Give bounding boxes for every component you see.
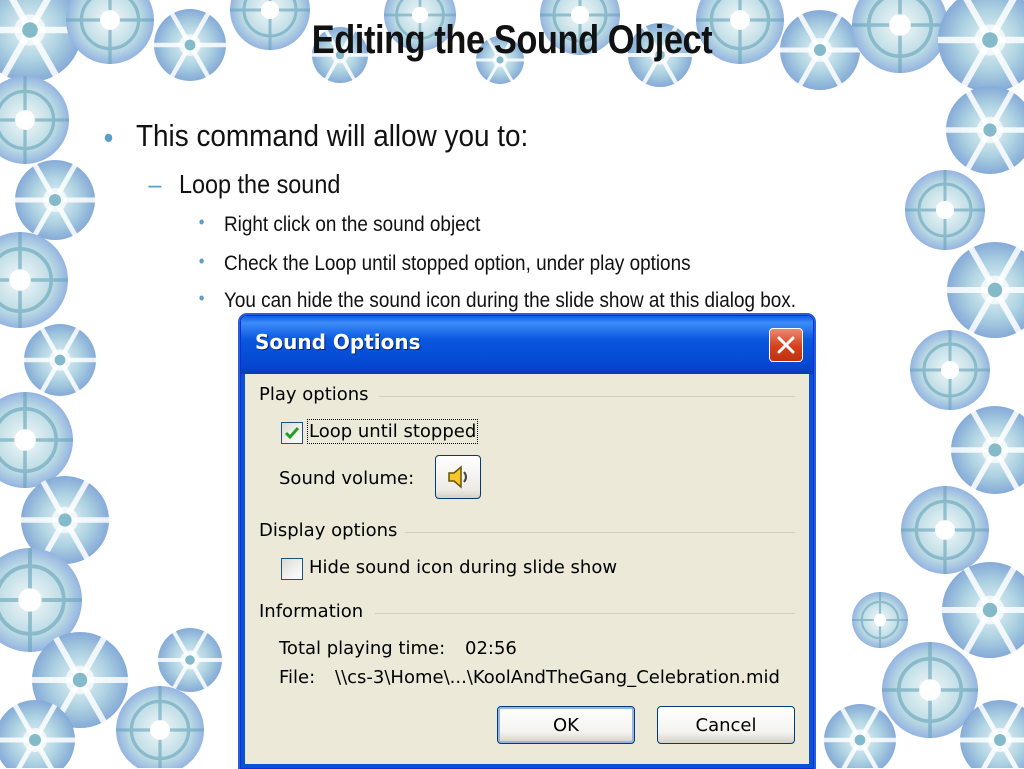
ok-button[interactable]: OK xyxy=(497,706,635,744)
bullet-marker: • xyxy=(198,288,205,308)
bullet-level3-item: • You can hide the sound icon during the… xyxy=(199,288,796,313)
display-options-heading: Display options xyxy=(259,520,398,541)
bullet-level3-text: You can hide the sound icon during the s… xyxy=(224,289,796,312)
loop-checkbox[interactable] xyxy=(281,422,303,444)
sound-volume-button[interactable] xyxy=(435,455,481,499)
dialog-body: Play options Loop until stopped Sound vo… xyxy=(241,374,813,768)
hide-icon-label[interactable]: Hide sound icon during slide show xyxy=(309,557,617,578)
checkmark-icon xyxy=(284,427,300,440)
bullet-level3-text: Right click on the sound object xyxy=(224,213,481,236)
bullet-marker: • xyxy=(103,120,114,155)
bullet-level3-text: Check the Loop until stopped option, und… xyxy=(224,252,691,275)
bullet-level1: • This command will allow you to: xyxy=(104,118,529,155)
bullet-level3-item: • Right click on the sound object xyxy=(199,212,481,237)
bullet-level2-text: Loop the sound xyxy=(179,169,341,199)
bullet-level1-text: This command will allow you to: xyxy=(136,118,529,153)
play-options-heading: Play options xyxy=(259,384,369,405)
group-divider xyxy=(379,396,795,397)
dash-marker: – xyxy=(148,169,162,199)
bullet-level3-item: • Check the Loop until stopped option, u… xyxy=(199,251,691,276)
sound-volume-label: Sound volume: xyxy=(279,468,415,489)
loop-label[interactable]: Loop until stopped xyxy=(306,419,479,444)
close-button[interactable] xyxy=(769,328,803,362)
bullet-marker: • xyxy=(198,212,205,232)
information-heading: Information xyxy=(259,601,364,622)
bullet-level2: – Loop the sound xyxy=(148,169,341,200)
total-playing-time-value: 02:56 xyxy=(465,638,517,659)
sound-options-dialog: Sound Options Play options Loop until st… xyxy=(240,315,814,769)
bullet-marker: • xyxy=(198,251,205,271)
file-path-value: \\cs-3\Home\...\KoolAndTheGang_Celebrati… xyxy=(335,667,780,688)
group-divider xyxy=(375,613,795,614)
cancel-button[interactable]: Cancel xyxy=(657,706,795,744)
close-icon xyxy=(777,336,795,354)
file-label: File: xyxy=(279,667,316,688)
dialog-titlebar[interactable]: Sound Options xyxy=(241,316,813,374)
total-playing-time-label: Total playing time: xyxy=(279,638,446,659)
group-divider xyxy=(405,532,795,533)
speaker-icon xyxy=(448,465,467,489)
hide-icon-checkbox[interactable] xyxy=(281,558,303,580)
dialog-title: Sound Options xyxy=(255,330,421,354)
slide-title: Editing the Sound Object xyxy=(311,18,713,62)
